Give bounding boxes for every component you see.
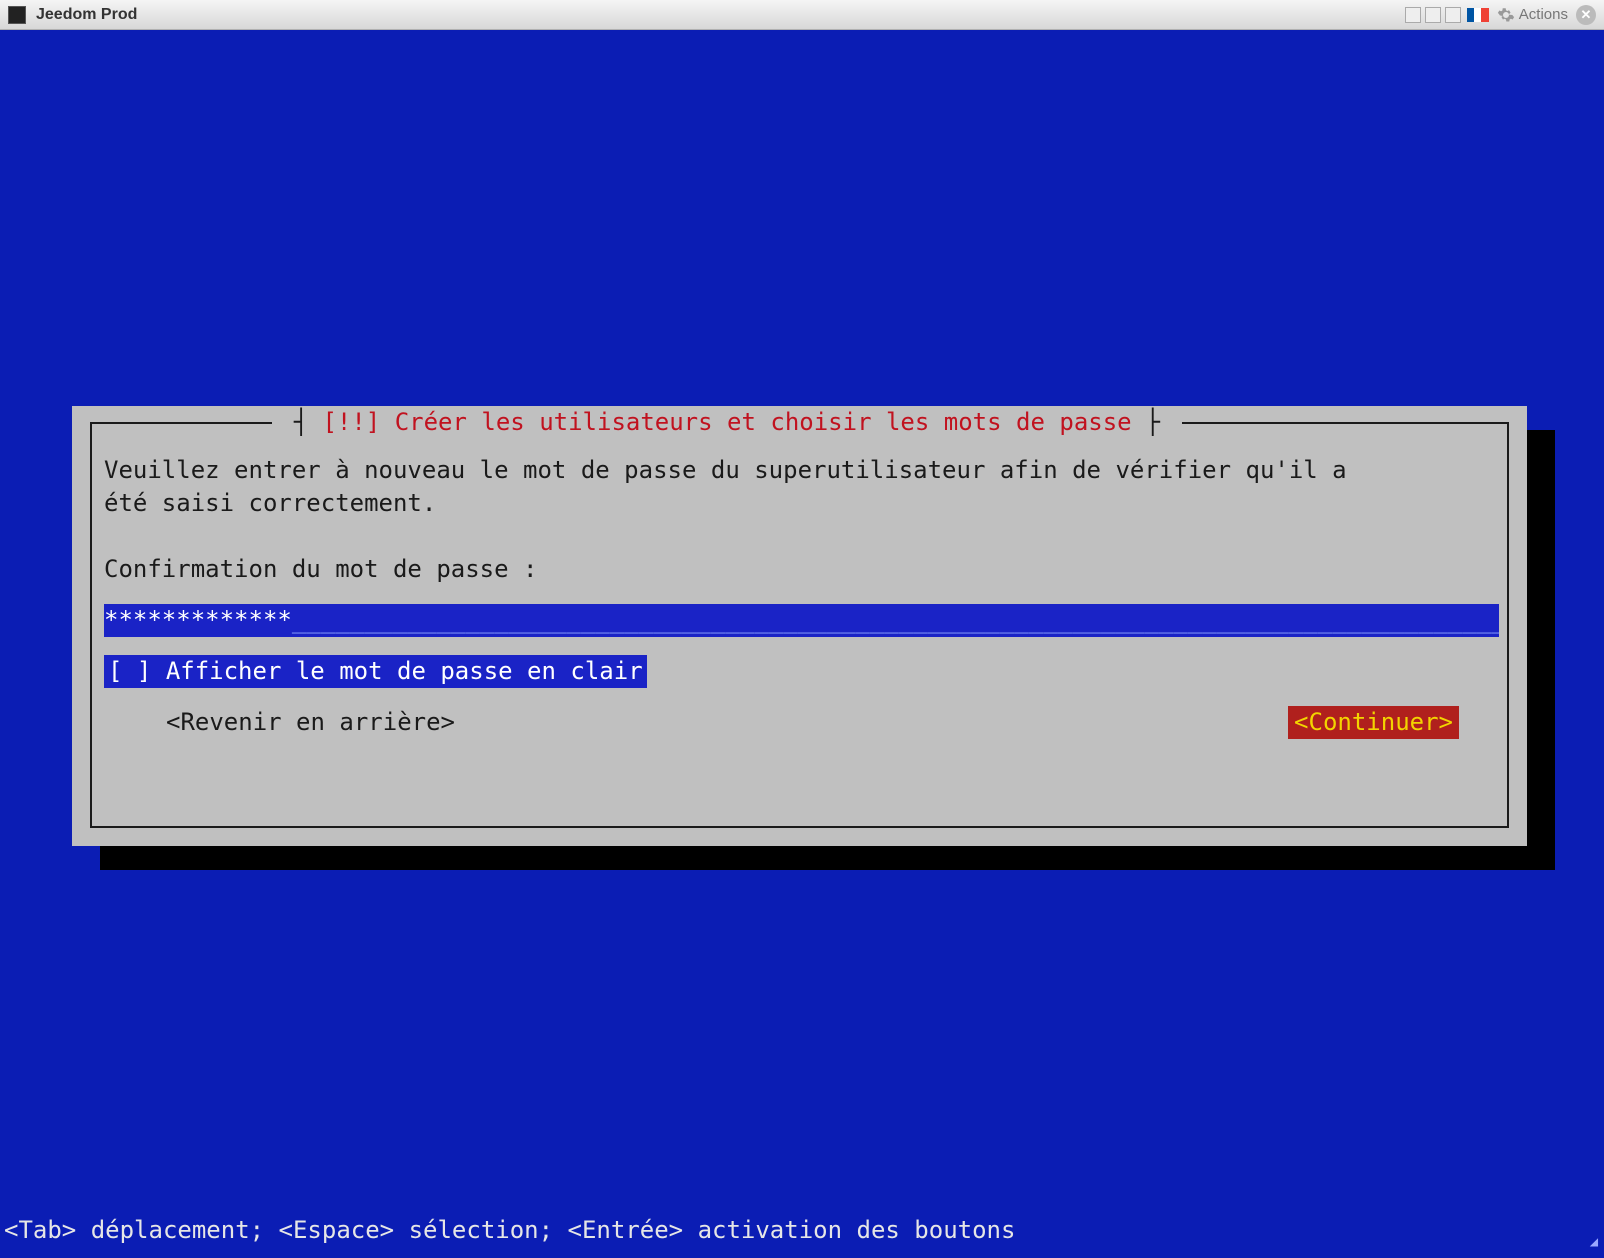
- window-restore-button[interactable]: [1445, 7, 1461, 23]
- actions-label[interactable]: Actions: [1519, 6, 1568, 23]
- window-titlebar: Jeedom Prod Actions ✕: [0, 0, 1604, 30]
- continue-button[interactable]: <Continuer>: [1288, 706, 1459, 739]
- keyboard-hint: <Tab> déplacement; <Espace> sélection; <…: [4, 1216, 1015, 1244]
- dialog-body-line1: Veuillez entrer à nouveau le mot de pass…: [104, 454, 1495, 487]
- dialog-body-line2: été saisi correctement.: [104, 487, 1495, 520]
- go-back-button[interactable]: <Revenir en arrière>: [166, 706, 455, 739]
- terminal-icon: [8, 6, 26, 24]
- close-icon[interactable]: ✕: [1576, 5, 1596, 25]
- installer-dialog: ┤[!!] Créer les utilisateurs et choisir …: [72, 406, 1527, 846]
- resize-grip-icon[interactable]: ◢: [1580, 1234, 1598, 1252]
- flag-fr-icon: [1467, 8, 1489, 22]
- password-prompt: Confirmation du mot de passe :: [104, 553, 1495, 586]
- gear-icon[interactable]: [1497, 6, 1515, 24]
- window-min-button[interactable]: [1405, 7, 1421, 23]
- dialog-border: ┤[!!] Créer les utilisateurs et choisir …: [90, 422, 1509, 828]
- dialog-title: ┤[!!] Créer les utilisateurs et choisir …: [272, 406, 1182, 439]
- console-screen: ┤[!!] Créer les utilisateurs et choisir …: [0, 30, 1604, 1258]
- show-password-checkbox[interactable]: [ ] Afficher le mot de passe en clair: [104, 655, 647, 688]
- window-max-button[interactable]: [1425, 7, 1441, 23]
- window-title: Jeedom Prod: [36, 6, 137, 24]
- password-input[interactable]: *************___________________________…: [104, 604, 1499, 637]
